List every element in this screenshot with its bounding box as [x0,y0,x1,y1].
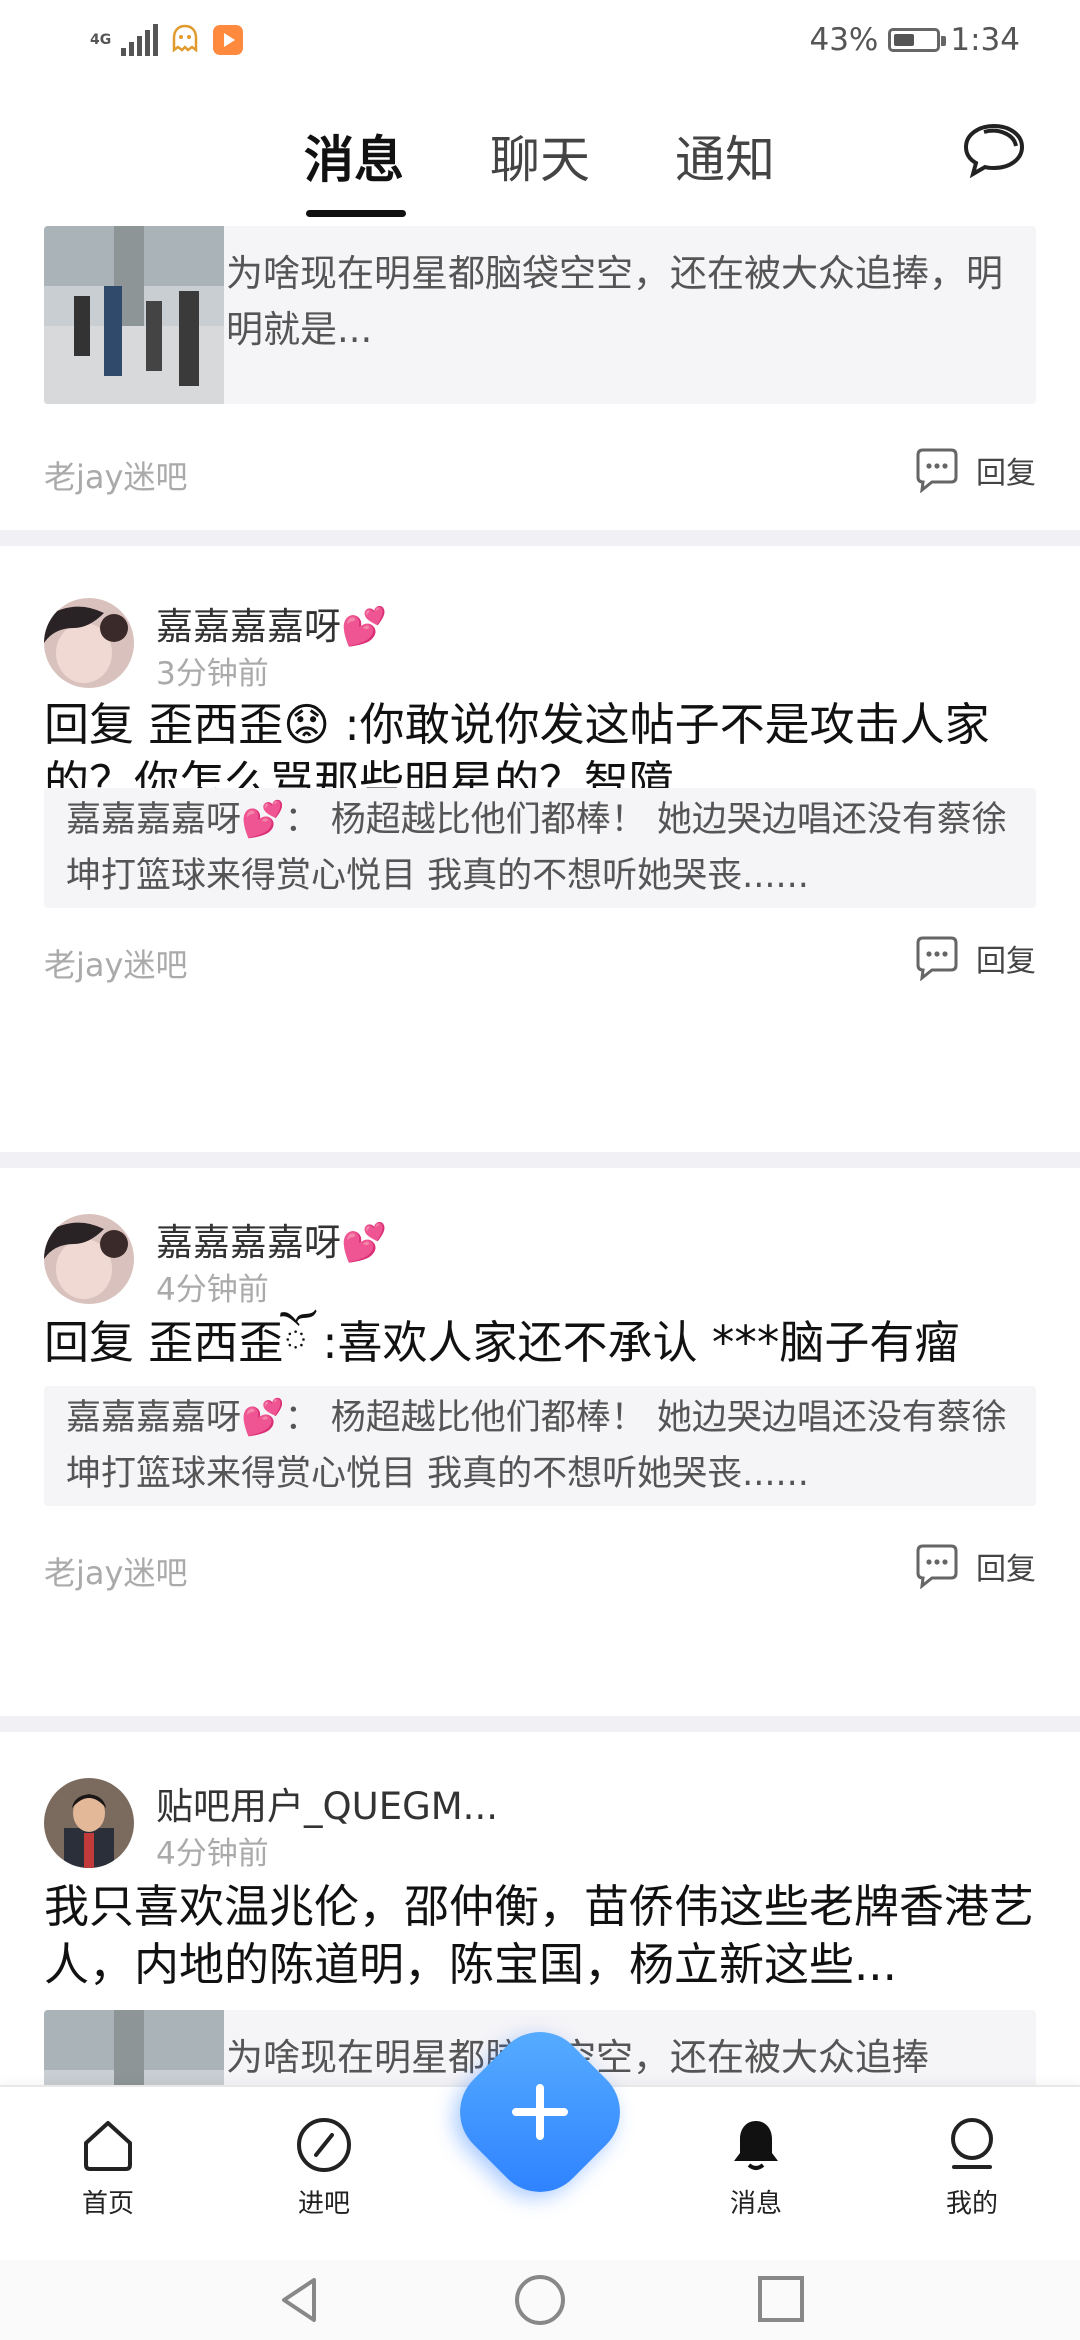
reply-button[interactable]: 回复 [912,930,1036,986]
battery-percent: 43% [809,22,879,58]
reply-label: 回复 [976,456,1036,491]
create-post-button[interactable] [441,2013,639,2211]
heart-emoji-icon: 💕 [341,605,388,648]
post-time: 4分钟前 [156,1836,269,1872]
signal-icon [121,24,159,56]
nav-explore[interactable]: 进吧 [264,2115,384,2220]
post-time: 3分钟前 [156,656,269,692]
tab-notifications[interactable]: 通知 [675,120,775,192]
home-icon [84,2121,132,2171]
battery-level [894,34,915,46]
system-navigation-bar [0,2260,1080,2340]
reply-card: 嘉嘉嘉嘉呀💕 3分钟前 回复 歪西歪😟 :你敢说你发这帖子不是攻击人家的？你怎么… [0,546,1080,1152]
card-divider [0,530,1080,546]
nav-messages[interactable]: 消息 [696,2115,816,2220]
back-icon[interactable] [270,2272,330,2328]
reply-content[interactable]: 我只喜欢温兆伦，邵仲衡，苗侨伟这些老牌香港艺人，内地的陈道明，陈宝国，杨立新这些… [44,1878,1044,1998]
quoted-reply[interactable]: 嘉嘉嘉嘉呀💕： 杨超越比他们都棒！ 她边哭边唱还没有蔡徐坤打篮球来得赏心悦目 我… [44,788,1036,908]
reply-content[interactable]: 回复 歪西歪ོ :喜欢人家还不承认 ***脑子有瘤 [44,1314,1044,1372]
recents-square-icon[interactable] [750,2272,810,2328]
nav-profile-label: 我的 [945,2189,998,2219]
nav-messages-label: 消息 [729,2189,782,2219]
chat-bubbles-icon[interactable] [958,118,1028,184]
post-time: 4分钟前 [156,1272,269,1308]
comment-icon [916,448,958,493]
reply-label: 回复 [976,944,1036,979]
active-tab-indicator [306,210,406,217]
avatar[interactable] [44,1778,134,1868]
bell-icon [734,2121,778,2170]
post-thumbnail [44,226,224,404]
avatar[interactable] [44,598,134,688]
quoted-post-text: 为啥现在明星都脑袋空空，还在被大众追捧 [226,2030,1006,2085]
quoted-post[interactable]: 为啥现在明星都脑袋空空，还在被大众追捧，明明就是... [44,226,1036,404]
battery-icon [888,28,947,52]
profile-icon [951,2118,993,2169]
home-circle-icon[interactable] [510,2272,570,2328]
nav-home[interactable]: 首页 [48,2115,168,2220]
reply-button[interactable]: 回复 [912,442,1036,498]
quoted-reply[interactable]: 嘉嘉嘉嘉呀💕： 杨超越比他们都棒！ 她边哭边唱还没有蔡徐坤打篮球来得赏心悦目 我… [44,1386,1036,1506]
compass-icon [297,2118,351,2172]
comment-icon [916,936,958,981]
bottom-navigation: 首页 进吧 消息 我的 [0,2013,1080,2262]
clock: 1:34 [950,22,1020,58]
comment-icon [916,1544,958,1589]
tab-chat[interactable]: 聊天 [490,120,590,192]
tab-messages[interactable]: 消息 [304,120,404,192]
message-tabs-bar: 消息 聊天 通知 [0,80,1080,220]
plus-icon [512,2084,568,2140]
username[interactable]: 嘉嘉嘉嘉呀💕 [156,596,387,650]
status-left: 4G [90,20,244,60]
quoted-reply-text: 嘉嘉嘉嘉呀💕： 杨超越比他们都棒！ 她边哭边唱还没有蔡徐坤打篮球来得赏心悦目 我… [66,1398,1007,1494]
forum-name[interactable]: 老jay迷吧 [44,1548,187,1594]
post-thumbnail [44,2010,224,2085]
nav-home-label: 首页 [81,2189,134,2219]
nav-profile[interactable]: 我的 [912,2115,1032,2220]
avatar[interactable] [44,1214,134,1304]
heart-emoji-icon: 💕 [341,1221,388,1264]
reply-card: 嘉嘉嘉嘉呀💕 4分钟前 回复 歪西歪ོ :喜欢人家还不承认 ***脑子有瘤 嘉嘉… [0,1168,1080,1728]
nav-explore-label: 进吧 [297,2189,350,2219]
quoted-post-text: 为啥现在明星都脑袋空空，还在被大众追捧，明明就是... [226,252,1003,351]
card-divider [0,1716,1080,1732]
status-right: 43% 1:34 [809,18,1020,62]
status-bar: 4G 43% 1:34 [0,0,1080,80]
forum-name[interactable]: 老jay迷吧 [44,452,187,498]
reply-card: 为啥现在明星都脑袋空空，还在被大众追捧，明明就是... 老jay迷吧 回复 [0,220,1080,530]
quoted-reply-text: 嘉嘉嘉嘉呀💕： 杨超越比他们都棒！ 她边哭边唱还没有蔡徐坤打篮球来得赏心悦目 我… [66,800,1007,896]
username[interactable]: 贴吧用户_QUEGM... [156,1776,498,1830]
reply-label: 回复 [976,1552,1036,1587]
network-type: 4G [90,32,112,48]
video-app-icon [213,25,244,55]
username[interactable]: 嘉嘉嘉嘉呀💕 [156,1212,387,1266]
notification-ghost-icon [172,24,198,53]
reply-button[interactable]: 回复 [912,1538,1036,1594]
card-divider [0,1152,1080,1168]
forum-name[interactable]: 老jay迷吧 [44,940,187,986]
reply-feed[interactable]: 为啥现在明星都脑袋空空，还在被大众追捧，明明就是... 老jay迷吧 回复 嘉嘉… [0,220,1080,2085]
